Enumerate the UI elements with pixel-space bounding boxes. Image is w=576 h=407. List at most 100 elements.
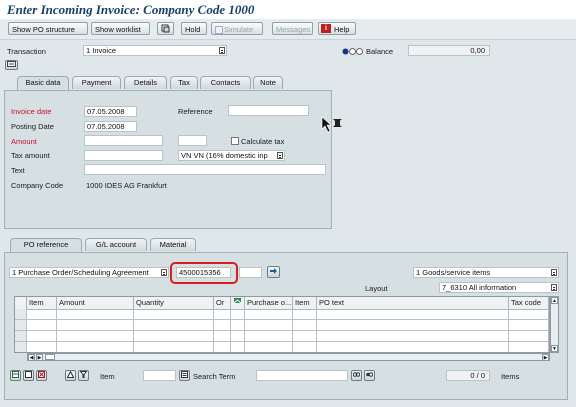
mouse-cursor-icon bbox=[321, 116, 343, 136]
window-title: Enter Incoming Invoice: Company Code 100… bbox=[7, 2, 255, 17]
search-term-icon[interactable] bbox=[179, 370, 190, 381]
column-header-po-text[interactable]: PO text bbox=[317, 297, 509, 309]
tax-amount-field[interactable] bbox=[84, 150, 163, 161]
tab-payment[interactable]: Payment bbox=[72, 76, 121, 89]
scroll-up-icon[interactable]: ▲ bbox=[551, 297, 558, 304]
invoice-date-label: Invoice date bbox=[11, 107, 52, 116]
delete-row-icon[interactable] bbox=[36, 370, 47, 381]
posting-date-label: Posting Date bbox=[11, 122, 54, 131]
column-icon bbox=[233, 298, 242, 304]
tab-contacts[interactable]: Contacts bbox=[200, 76, 251, 89]
tax-code-select[interactable]: VN VN (16% domestic inp bbox=[178, 150, 285, 161]
tax-amount-label: Tax amount bbox=[11, 151, 50, 160]
calculate-tax-checkbox[interactable] bbox=[231, 137, 239, 145]
transaction-value: 1 Invoice bbox=[86, 46, 117, 55]
po-item-field[interactable] bbox=[239, 267, 262, 278]
scroll-right-small-icon[interactable]: ▶ bbox=[36, 354, 43, 361]
simulate-label: Simulate bbox=[224, 25, 254, 34]
select-all-icon[interactable] bbox=[10, 370, 21, 381]
text-label: Text bbox=[11, 166, 25, 175]
column-header-order-unit[interactable]: Or bbox=[214, 297, 231, 309]
simulate-button[interactable]: Simulate bbox=[211, 22, 263, 35]
balance-label: Balance bbox=[366, 47, 394, 56]
deselect-all-icon[interactable] bbox=[23, 370, 34, 381]
tab-material[interactable]: Material bbox=[150, 238, 196, 251]
table-row[interactable] bbox=[15, 320, 549, 331]
table-row[interactable] bbox=[15, 309, 549, 320]
simulate-icon bbox=[215, 26, 223, 34]
column-header-icon[interactable] bbox=[231, 297, 245, 309]
application-toolbar: Show PO structure Show worklist Hold Sim… bbox=[0, 19, 576, 40]
messages-button[interactable]: Messages bbox=[272, 22, 313, 35]
basic-data-panel: Invoice date 07.05.2008 Reference Postin… bbox=[4, 90, 332, 229]
reference-document-type-value: 1 Purchase Order/Scheduling Agreement bbox=[12, 268, 149, 277]
reference-field[interactable] bbox=[228, 105, 309, 116]
expand-header-icon[interactable] bbox=[5, 60, 18, 70]
column-header-tax-code[interactable]: Tax code bbox=[509, 297, 549, 309]
table-row[interactable] bbox=[15, 331, 549, 342]
dropdown-icon bbox=[551, 284, 557, 291]
tab-details[interactable]: Details bbox=[124, 76, 167, 89]
layout-select[interactable]: 7_6310 All information bbox=[439, 282, 559, 293]
column-header-item[interactable]: Item bbox=[27, 297, 57, 309]
filter-icon[interactable] bbox=[78, 370, 89, 381]
balance-status-icon bbox=[342, 48, 364, 55]
help-label: Help bbox=[334, 25, 350, 34]
search-term-label: Search Term bbox=[193, 372, 236, 381]
tab-basic-data[interactable]: Basic data bbox=[17, 76, 69, 90]
invoice-items-table: Item Amount Quantity Or Purchase o... It… bbox=[14, 296, 550, 353]
tab-tax[interactable]: Tax bbox=[170, 76, 198, 89]
column-header-po-item[interactable]: Item bbox=[293, 297, 317, 309]
layout-value: 7_6310 All information bbox=[442, 283, 517, 292]
calculate-tax-label: Calculate tax bbox=[241, 137, 285, 146]
item-search-label: Item bbox=[100, 372, 115, 381]
find-next-icon[interactable] bbox=[364, 370, 375, 381]
po-number-field[interactable]: 4500015356 bbox=[176, 267, 231, 278]
show-worklist-button[interactable]: Show worklist bbox=[91, 22, 150, 35]
scroll-thumb[interactable] bbox=[45, 354, 55, 360]
tab-gl-account[interactable]: G/L account bbox=[85, 238, 147, 251]
help-icon: i bbox=[321, 24, 331, 33]
invoice-date-field[interactable]: 07.05.2008 bbox=[84, 106, 137, 117]
select-all-header[interactable] bbox=[15, 297, 27, 309]
column-header-purchase-order[interactable]: Purchase o... bbox=[245, 297, 293, 309]
arrow-right-icon[interactable] bbox=[267, 266, 280, 278]
item-count-field: 0 / 0 bbox=[446, 370, 490, 381]
posting-date-field[interactable]: 07.05.2008 bbox=[84, 121, 137, 132]
tab-note[interactable]: Note bbox=[253, 76, 283, 89]
column-header-amount[interactable]: Amount bbox=[57, 297, 134, 309]
item-search-field[interactable] bbox=[143, 370, 176, 381]
hold-button[interactable]: Hold bbox=[181, 22, 207, 35]
scroll-left-icon[interactable]: ◀ bbox=[28, 354, 35, 361]
layout-label: Layout bbox=[365, 284, 388, 293]
title-bar: Enter Incoming Invoice: Company Code 100… bbox=[0, 0, 576, 19]
dropdown-icon bbox=[277, 152, 283, 159]
scroll-down-icon[interactable]: ▼ bbox=[551, 345, 558, 352]
sort-ascending-icon[interactable] bbox=[65, 370, 76, 381]
show-po-structure-button[interactable]: Show PO structure bbox=[8, 22, 88, 35]
vertical-scrollbar[interactable]: ▲ ▼ bbox=[550, 296, 559, 353]
find-icon[interactable] bbox=[351, 370, 362, 381]
tab-po-reference[interactable]: PO reference bbox=[10, 238, 82, 252]
dropdown-icon bbox=[219, 47, 225, 54]
header-tabstrip: Basic data Payment Details Tax Contacts … bbox=[10, 76, 310, 90]
tax-code-value: VN VN (16% domestic inp bbox=[181, 151, 268, 160]
text-field[interactable] bbox=[84, 164, 326, 175]
currency-field[interactable] bbox=[178, 135, 207, 146]
column-header-quantity[interactable]: Quantity bbox=[134, 297, 214, 309]
help-button[interactable]: i Help bbox=[318, 22, 356, 35]
scroll-right-icon[interactable]: ▶ bbox=[542, 354, 549, 361]
item-type-select[interactable]: 1 Goods/service items bbox=[413, 267, 559, 278]
company-code-label: Company Code bbox=[11, 181, 64, 190]
horizontal-scrollbar[interactable]: ◀ ▶ ▶ bbox=[27, 353, 550, 361]
amount-label: Amount bbox=[11, 137, 37, 146]
reference-document-type-select[interactable]: 1 Purchase Order/Scheduling Agreement bbox=[9, 267, 169, 278]
search-term-field[interactable] bbox=[256, 370, 348, 381]
screen-variant-icon[interactable] bbox=[157, 22, 174, 35]
transaction-select[interactable]: 1 Invoice bbox=[83, 45, 227, 56]
balance-field: 0,00 bbox=[408, 45, 490, 56]
dropdown-icon bbox=[551, 269, 557, 276]
table-row[interactable] bbox=[15, 342, 549, 352]
amount-field[interactable] bbox=[84, 135, 163, 146]
transaction-label: Transaction bbox=[7, 47, 46, 56]
